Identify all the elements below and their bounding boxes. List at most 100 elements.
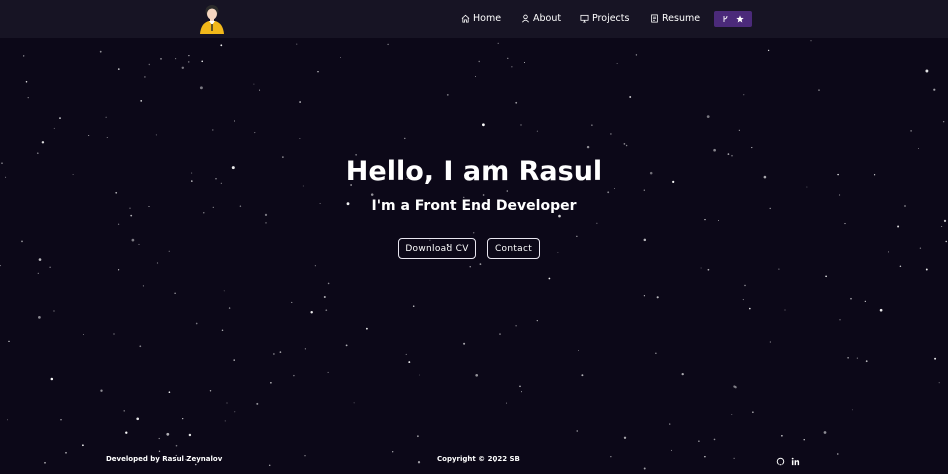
star (199, 86, 203, 90)
star (943, 121, 945, 123)
star (576, 235, 578, 237)
star (405, 353, 407, 355)
star (446, 94, 449, 96)
star (918, 148, 919, 149)
star (734, 386, 737, 389)
github-fork-star-button[interactable] (714, 11, 752, 27)
star (844, 223, 846, 225)
page: Home About Projects Resume Hello, I am R… (0, 0, 948, 474)
star (669, 423, 671, 425)
nav-item-label: Home (473, 12, 502, 24)
star (879, 308, 883, 312)
star (670, 449, 672, 451)
navbar: Home About Projects Resume (0, 0, 948, 38)
star (304, 348, 306, 350)
star (706, 115, 710, 118)
star (656, 296, 659, 299)
star (265, 222, 267, 224)
star (99, 50, 102, 53)
star (520, 391, 523, 393)
star (259, 89, 261, 91)
hero-title: Hello, I am Rasul (345, 156, 603, 187)
star (704, 218, 706, 221)
star (610, 133, 612, 135)
star (856, 357, 858, 359)
user-icon (522, 14, 529, 23)
star (586, 145, 590, 149)
star (731, 414, 733, 416)
star (125, 431, 128, 434)
star (254, 132, 256, 134)
github-icon[interactable] (776, 457, 785, 466)
starfield-background (0, 40, 947, 470)
star (366, 327, 368, 330)
star (168, 391, 171, 394)
star (291, 301, 293, 303)
star (273, 353, 275, 355)
star (106, 136, 108, 138)
star (123, 410, 125, 412)
nav-item-projects[interactable]: Projects (580, 11, 629, 25)
star (299, 138, 301, 140)
star (188, 433, 192, 437)
linkedin-icon[interactable] (791, 457, 800, 466)
footer-developer-credit: Developed by Rasul Zeynalov (106, 455, 223, 463)
star (27, 97, 29, 99)
star (187, 61, 190, 63)
nav-item-label: About (533, 12, 562, 24)
nav-item-about[interactable]: About (521, 11, 561, 25)
star (212, 129, 214, 131)
star (475, 373, 479, 377)
star (623, 436, 627, 439)
star (226, 402, 228, 404)
star (742, 299, 744, 301)
hero-section: Hello, I am Rasul I'm a Front End Develo… (0, 150, 948, 216)
star (581, 374, 584, 377)
star (625, 144, 628, 147)
star (339, 57, 341, 59)
star (299, 101, 301, 103)
star (851, 409, 853, 411)
star (629, 96, 632, 98)
star (25, 81, 28, 83)
star (506, 402, 508, 404)
download-cv-button[interactable]: Download CV (398, 238, 476, 259)
star (823, 431, 827, 434)
star (220, 44, 223, 47)
star (591, 124, 593, 126)
star (635, 54, 638, 56)
star (616, 63, 618, 64)
star (327, 282, 330, 285)
star (847, 357, 849, 359)
star (188, 54, 190, 57)
star (523, 61, 526, 64)
star (209, 390, 212, 392)
nav-item-resume[interactable]: Resume (650, 11, 700, 25)
star (166, 432, 170, 436)
star (113, 333, 115, 335)
star (256, 402, 259, 405)
star (515, 325, 517, 327)
star (482, 123, 485, 127)
star (623, 143, 626, 145)
star (270, 381, 272, 384)
star (576, 430, 578, 432)
star (778, 268, 780, 270)
fork-icon (723, 15, 728, 22)
star (100, 389, 103, 392)
star (327, 371, 329, 373)
nav-item-home[interactable]: Home (461, 11, 501, 25)
star (850, 297, 852, 300)
monitor-icon (580, 14, 589, 23)
star (700, 267, 702, 269)
star-icon (736, 15, 744, 23)
contact-button[interactable]: Contact (487, 238, 540, 259)
star (536, 319, 538, 322)
star (221, 329, 224, 331)
star (475, 75, 476, 77)
star (744, 284, 746, 287)
star (23, 55, 25, 57)
footer: Developed by Rasul Zeynalov Copyright © … (0, 452, 948, 470)
star (752, 411, 754, 413)
star (117, 223, 120, 225)
